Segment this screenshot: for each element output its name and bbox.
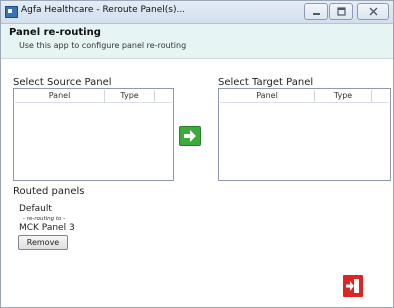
- arrow-right-icon: [184, 130, 196, 142]
- move-to-target-button[interactable]: [179, 126, 201, 146]
- source-column-type[interactable]: Type: [105, 90, 155, 102]
- page-title: Panel re-routing: [9, 27, 101, 38]
- page-subtitle: Use this app to configure panel re-routi…: [19, 41, 187, 50]
- target-panel-list[interactable]: Panel Type: [218, 88, 391, 181]
- target-column-type[interactable]: Type: [315, 90, 372, 102]
- target-list-header: Panel Type: [220, 90, 389, 103]
- minimize-button[interactable]: [304, 3, 328, 20]
- routed-target-name: MCK Panel 3: [19, 223, 75, 233]
- source-panel-label: Select Source Panel: [13, 77, 112, 88]
- page-header: Panel re-routing Use this app to configu…: [1, 24, 393, 59]
- target-panel-label: Select Target Panel: [218, 77, 314, 88]
- minimize-icon: [312, 13, 320, 15]
- source-list-header: Panel Type: [15, 90, 172, 103]
- source-panel-list[interactable]: Panel Type: [13, 88, 174, 181]
- app-window-icon: [5, 6, 18, 18]
- app-window: Agfa Healthcare - Reroute Panel(s)... Pa…: [0, 0, 394, 308]
- window-controls: [303, 3, 389, 20]
- routed-source-name: Default: [19, 204, 52, 214]
- close-button[interactable]: [357, 3, 389, 20]
- window-title: Agfa Healthcare - Reroute Panel(s)...: [21, 5, 186, 15]
- source-column-filler: [155, 90, 172, 102]
- title-bar: Agfa Healthcare - Reroute Panel(s)...: [1, 1, 393, 24]
- exit-door-icon: [346, 279, 359, 293]
- routed-panels-label: Routed panels: [13, 186, 85, 197]
- source-column-panel[interactable]: Panel: [15, 90, 105, 102]
- routed-connector-text: - re-routing to -: [23, 216, 66, 222]
- target-column-filler: [372, 90, 389, 102]
- maximize-icon: [336, 7, 346, 16]
- close-icon: [369, 7, 377, 16]
- exit-button[interactable]: [343, 275, 363, 297]
- remove-button[interactable]: Remove: [18, 235, 68, 250]
- maximize-button[interactable]: [329, 3, 353, 20]
- target-column-panel[interactable]: Panel: [220, 90, 315, 102]
